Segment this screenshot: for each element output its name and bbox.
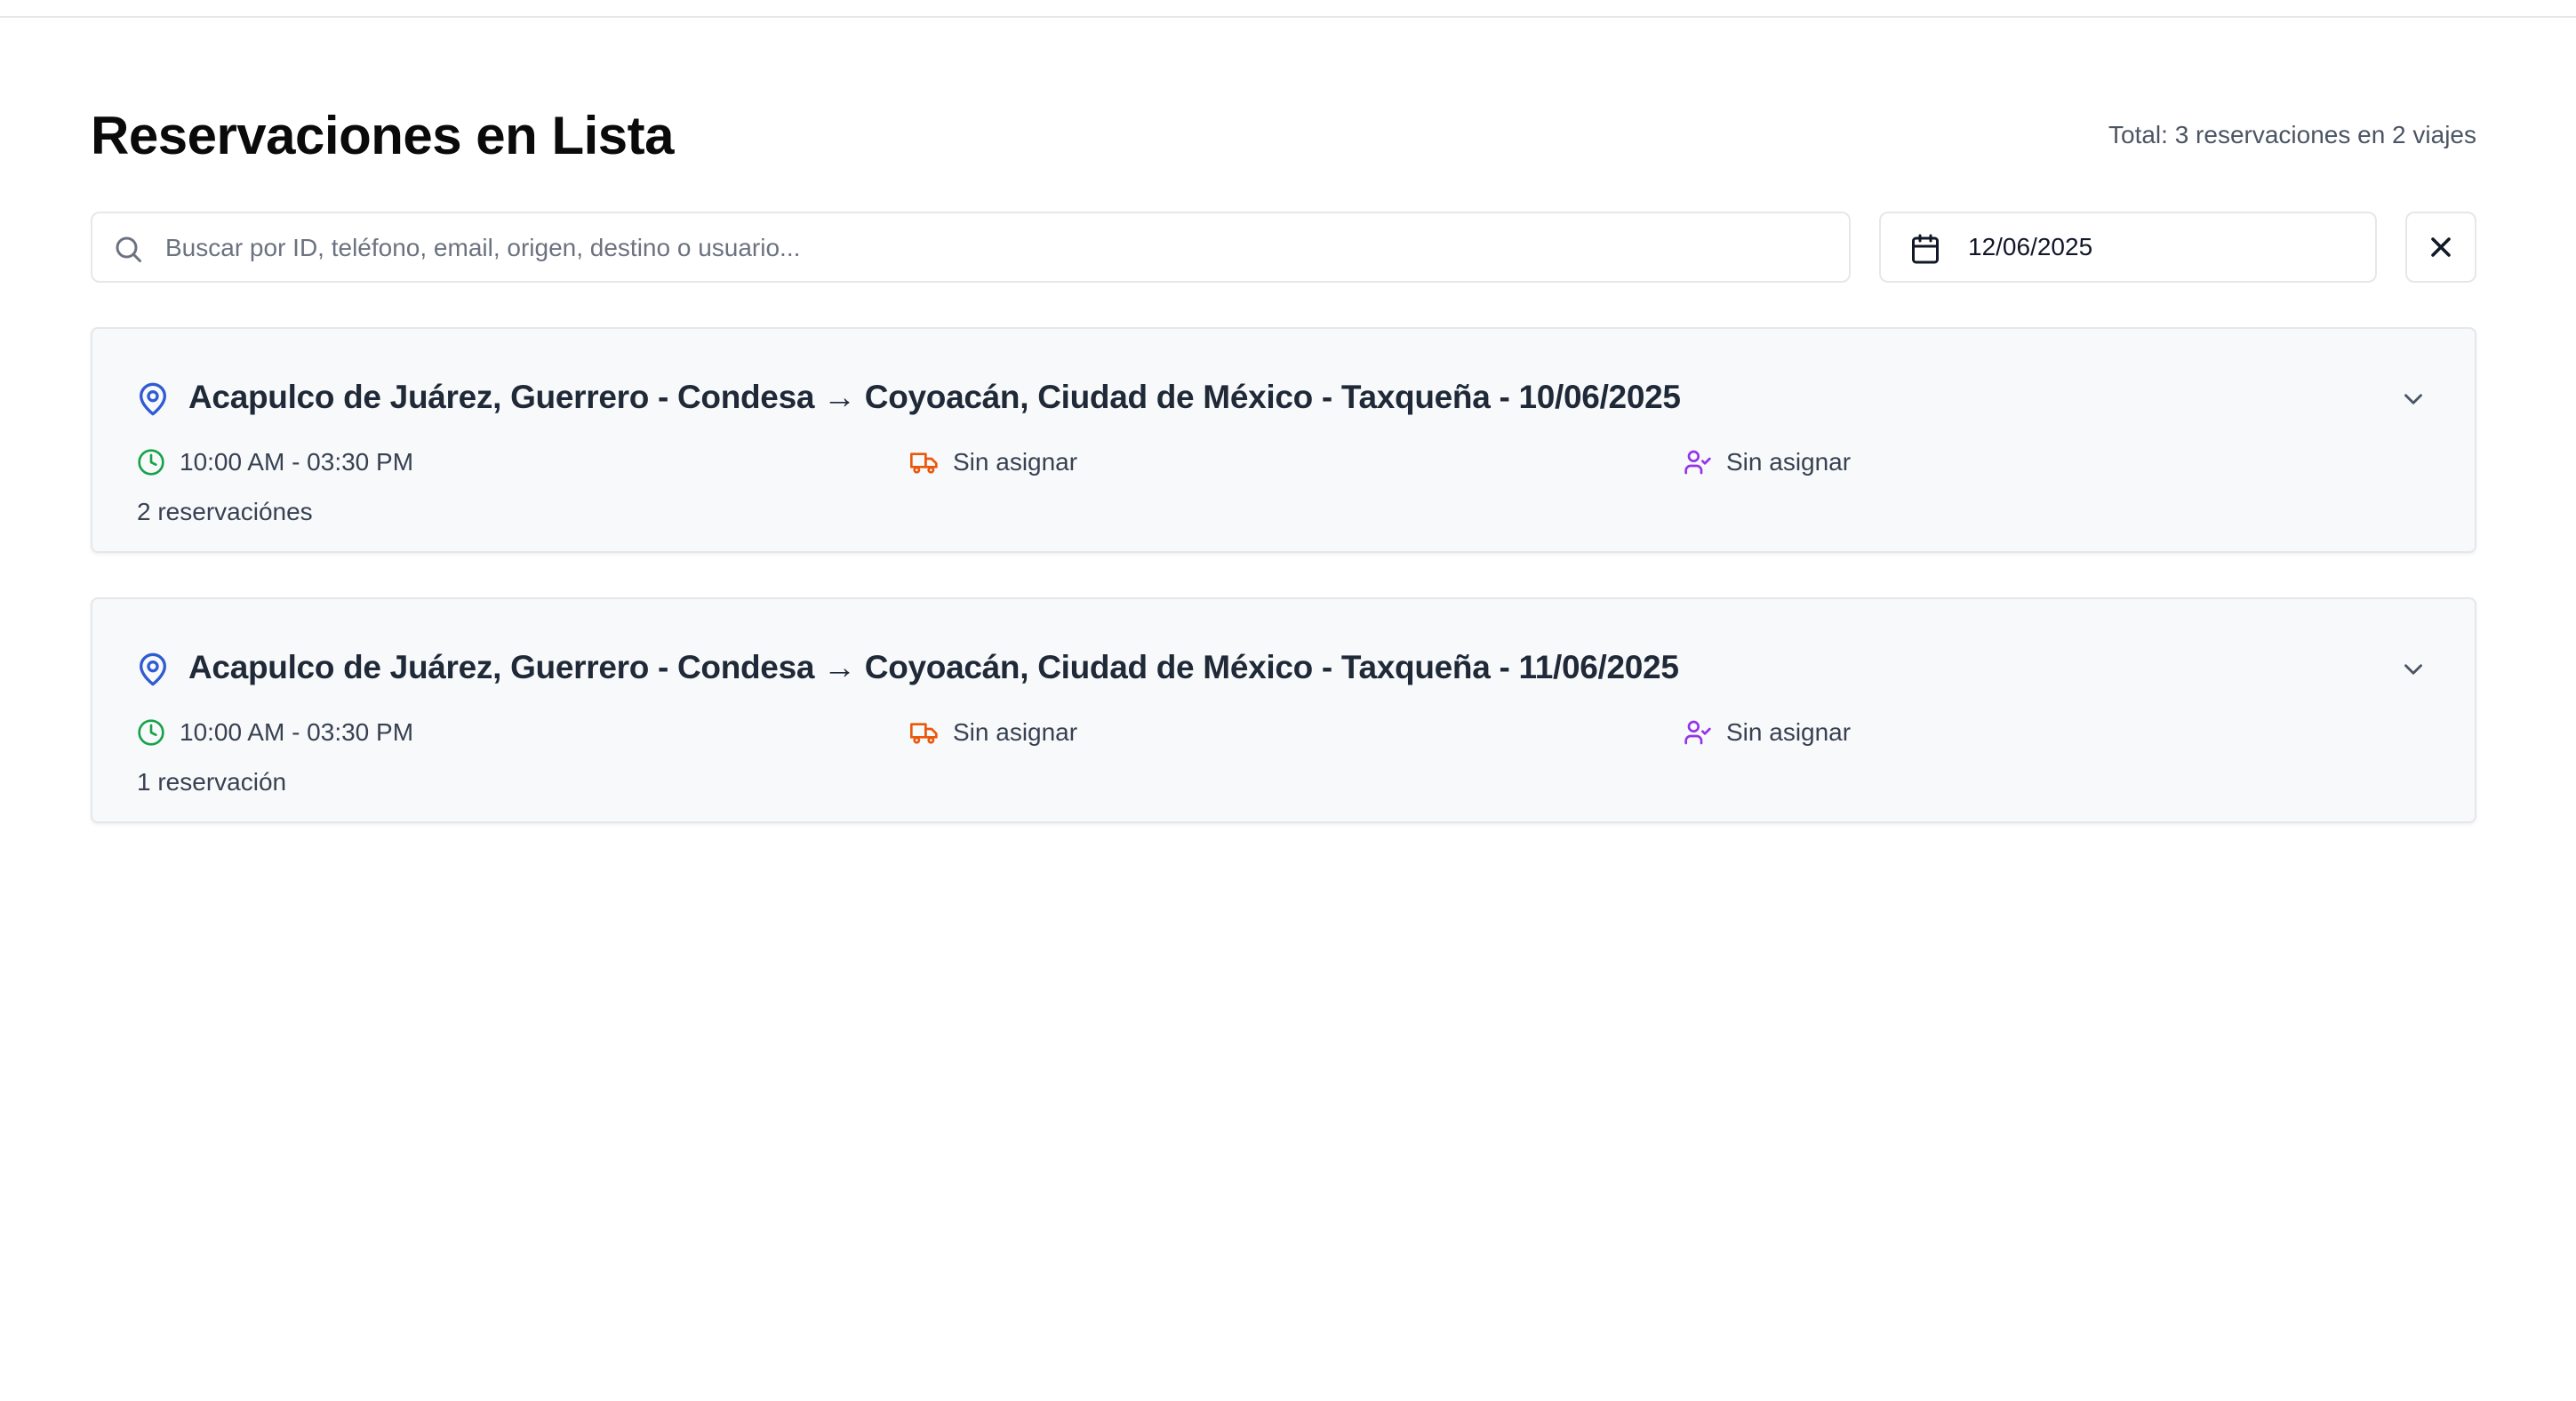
trip-driver-label: Sin asignar	[1726, 448, 1852, 476]
truck-icon	[910, 723, 938, 744]
trip-vehicle-label: Sin asignar	[953, 718, 1078, 746]
calendar-icon	[1912, 234, 1939, 264]
trip-time-label: 10:00 AM - 03:30 PM	[180, 718, 414, 746]
user-check-icon	[1684, 720, 1711, 745]
reservation-count: 2 reservaciónes	[137, 498, 313, 525]
search-icon	[116, 236, 141, 262]
trip-time: 10:00 AM - 03:30 PM	[137, 446, 581, 478]
clock-icon	[138, 449, 164, 476]
trip-vehicle-label: Sin asignar	[953, 448, 1078, 476]
clear-date-button[interactable]	[2405, 212, 2476, 283]
page-title: Reservaciones en Lista	[91, 106, 675, 165]
reservation-count: 1 reservación	[137, 768, 287, 796]
trip-time-label: 10:00 AM - 03:30 PM	[180, 448, 414, 476]
trip-vehicle: Sin asignar	[910, 446, 1266, 478]
date-value: 12/06/2025	[1968, 233, 2093, 260]
top-bar	[0, 0, 2576, 18]
total-summary: Total: 3 reservaciones en 2 viajes	[2108, 121, 2476, 148]
trip-time: 10:00 AM - 03:30 PM	[137, 717, 581, 749]
chevron-down-icon[interactable]	[2398, 384, 2428, 414]
chevron-down-icon[interactable]	[2398, 654, 2428, 684]
map-pin-icon	[140, 652, 166, 686]
user-check-icon	[1684, 450, 1711, 475]
trip-vehicle: Sin asignar	[910, 717, 1266, 749]
close-icon	[2431, 237, 2451, 257]
filters-bar: 12/06/2025	[91, 212, 2476, 283]
trip-card[interactable]: Acapulco de Juárez, Guerrero - Condesa →…	[91, 597, 2476, 823]
search-input[interactable]	[164, 213, 1838, 283]
search-field[interactable]	[91, 212, 1851, 283]
truck-icon	[910, 452, 938, 474]
trip-driver-label: Sin asignar	[1726, 718, 1852, 746]
trip-driver: Sin asignar	[1684, 717, 2039, 749]
trip-driver: Sin asignar	[1684, 446, 2039, 478]
trip-card[interactable]: Acapulco de Juárez, Guerrero - Condesa →…	[91, 327, 2476, 553]
map-pin-icon	[140, 382, 166, 416]
date-filter[interactable]: 12/06/2025	[1879, 212, 2377, 283]
page-header: Reservaciones en Lista Total: 3 reservac…	[91, 98, 2476, 178]
clock-icon	[138, 719, 164, 746]
trip-title: Acapulco de Juárez, Guerrero - Condesa →…	[188, 379, 1681, 415]
trip-title: Acapulco de Juárez, Guerrero - Condesa →…	[188, 649, 1679, 685]
